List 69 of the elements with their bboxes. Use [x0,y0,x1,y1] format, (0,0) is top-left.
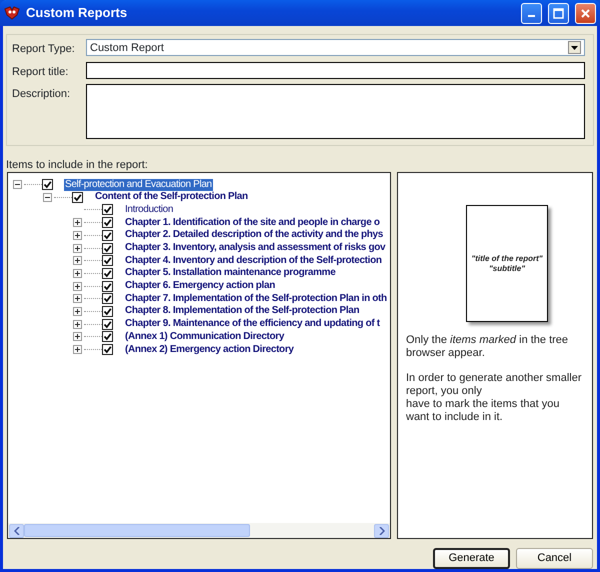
window-title: Custom Reports [26,4,128,22]
scrollbar-thumb[interactable] [24,524,250,537]
collapse-icon[interactable] [13,180,22,190]
scroll-left-button[interactable] [9,524,24,538]
maximize-button[interactable] [548,2,569,24]
minimize-icon [528,15,535,18]
checkbox[interactable] [102,344,113,356]
checkbox[interactable] [102,230,113,241]
tree-item[interactable]: (Annex 2) Emergency action Directory [124,344,295,356]
expand-icon[interactable] [73,244,82,253]
tree-item[interactable]: Content of the Self-protection Plan [94,191,249,204]
field-label: Report title: [12,64,70,80]
collapse-icon[interactable] [43,192,52,202]
dialog-button[interactable]: Generate [433,548,510,569]
help-text: In order to generate another smaller report, you only have to mark the items that you want to include in it. [406,372,582,424]
checkbox[interactable] [102,268,113,279]
close-button[interactable] [575,2,596,24]
tree-item[interactable]: (Annex 1) Communication Directory [124,330,286,343]
tree-item[interactable]: Chapter 1. Identification of the site and people in charge o [124,216,381,229]
tree-item[interactable]: Chapter 4. Inventory and description of the Self-protection [124,254,383,267]
checkbox[interactable] [102,242,113,254]
tree-item[interactable]: Chapter 9. Maintenance of the efficiency and updating of t [124,318,381,330]
app-icon [4,6,20,20]
expand-icon[interactable] [73,294,82,304]
checkbox[interactable] [102,204,113,216]
checkbox[interactable] [102,255,113,266]
maximize-icon [553,8,564,19]
report-type-dropdown[interactable]: Custom Report [86,39,585,56]
expand-icon[interactable] [73,345,82,354]
close-icon [580,8,591,19]
checkbox[interactable] [102,331,113,342]
expand-icon[interactable] [73,282,82,291]
tree-item[interactable]: Introduction [124,204,174,216]
expand-icon[interactable] [73,332,82,342]
page-subtitle: "subtitle" [488,264,526,274]
checkbox[interactable] [42,179,53,190]
report-title-field[interactable] [86,62,585,79]
checkbox[interactable] [102,217,113,228]
checkbox[interactable] [72,192,83,203]
checkbox[interactable] [102,306,113,317]
scroll-right-button[interactable] [374,524,389,538]
expand-icon[interactable] [73,230,82,240]
expand-icon[interactable] [73,218,82,228]
section-label: Items to include in the report: [6,159,149,172]
tree-item[interactable]: Chapter 3. Inventory, analysis and assessment of risks gov [124,242,386,254]
checkbox[interactable] [102,293,113,304]
tree-item[interactable]: Chapter 6. Emergency action plan [124,280,276,292]
caret-icon [571,46,578,50]
tree-item[interactable]: Chapter 7. Implementation of the Self-protection Plan in oth [124,292,388,305]
horizontal-scrollbar[interactable] [8,523,390,538]
tree-item[interactable]: Chapter 5. Installation maintenance programme [124,267,336,280]
chevron-right-icon [378,526,384,534]
checkbox[interactable] [102,318,113,330]
checkbox[interactable] [102,280,113,292]
chevron-left-icon [14,526,20,534]
tree-item[interactable]: Chapter 8. Implementation of the Self-protection Plan [124,305,360,318]
field-label: Report Type: [12,42,76,58]
tree-item[interactable]: Chapter 2. Detailed description of the activity and the phys [124,229,384,242]
tree-item[interactable]: Self-protection and Evacuation Plan [64,178,213,191]
description-field[interactable] [86,84,585,140]
dialog-button[interactable]: Cancel [516,548,593,569]
help-text: Only the items marked in the tree browser appear. [406,334,570,360]
expand-icon[interactable] [73,256,82,266]
expand-icon[interactable] [73,320,82,329]
expand-icon[interactable] [73,268,82,278]
field-label: Description: [12,87,72,102]
minimize-button[interactable] [521,2,542,24]
expand-icon[interactable] [73,306,82,316]
page-title: "title of the report" [471,254,543,264]
